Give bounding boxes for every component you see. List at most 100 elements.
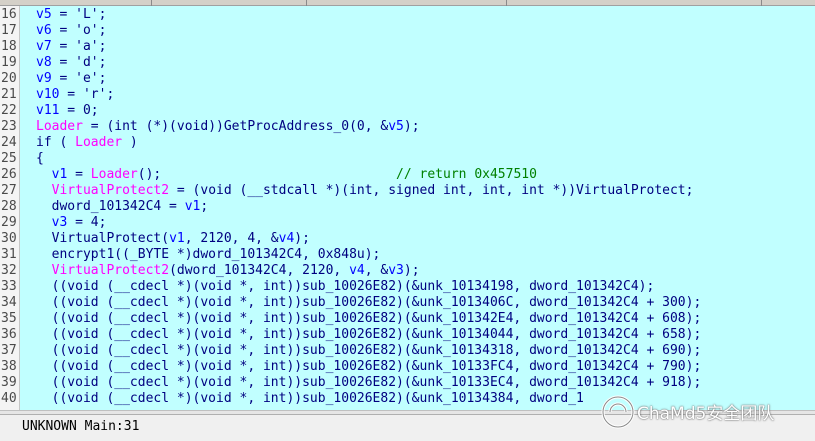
code-token: v11	[36, 103, 60, 118]
code-token: ;	[98, 7, 107, 22]
code-token: , 2120, 4, &	[184, 231, 279, 246]
code-token: ((void (__cdecl *)(void *, int))sub_1002…	[36, 375, 702, 390]
line-number: 30	[1, 231, 17, 246]
code-token: v5	[388, 119, 404, 134]
code-token: 'e'	[75, 71, 99, 86]
code-text: v10 = 'r';	[36, 87, 114, 103]
code-token: ;	[98, 55, 107, 70]
code-token: Loader	[36, 119, 83, 134]
watermark-text: ChaMd5安全团队	[637, 404, 775, 424]
line-number: 32	[1, 263, 17, 278]
line-number: 18	[1, 39, 17, 54]
line-number: 25	[1, 151, 17, 166]
code-token: ;	[200, 199, 209, 214]
line-number: 38	[1, 359, 17, 374]
status-text: UNKNOWN Main:31	[22, 419, 140, 434]
code-text: ((void (__cdecl *)(void *, int))sub_1002…	[36, 311, 702, 327]
code-token: v7	[36, 39, 52, 54]
code-text: ((void (__cdecl *)(void *, int))sub_1002…	[36, 359, 702, 375]
line-number: 37	[1, 343, 17, 358]
code-token: = (int (*)(void))GetProcAddress_0(0, &	[82, 119, 389, 134]
code-token: v6	[36, 23, 52, 38]
code-token: 'r'	[82, 87, 107, 102]
code-token: = 4;	[67, 215, 107, 230]
code-token: = 0;	[59, 103, 99, 118]
line-number: 21	[1, 87, 17, 102]
code-token: ;	[98, 39, 107, 54]
code-token: ((void (__cdecl *)(void *, int))sub_1002…	[36, 343, 702, 358]
code-token: )	[122, 135, 138, 150]
code-token: v3	[388, 263, 404, 278]
code-token: (dword_101342C4, 2120,	[169, 263, 350, 278]
line-number: 17	[1, 23, 17, 38]
code-token: ((void (__cdecl *)(void *, int))sub_1002…	[36, 311, 702, 326]
chamd5-logo-icon	[601, 395, 635, 429]
code-text: ((void (__cdecl *)(void *, int))sub_1002…	[36, 375, 702, 391]
code-text: ((void (__cdecl *)(void *, int))sub_1002…	[36, 391, 584, 407]
code-text: ((void (__cdecl *)(void *, int))sub_1002…	[36, 327, 702, 343]
code-text: v11 = 0;	[36, 103, 99, 119]
line-number: 19	[1, 55, 17, 70]
code-token: = (void (__stdcall *)(int, signed int, i…	[169, 183, 694, 198]
code-token: VirtualProtect(	[36, 231, 170, 246]
code-token: {	[36, 151, 44, 166]
code-token: ();	[137, 167, 397, 182]
line-number: 23	[1, 119, 17, 134]
code-token: if (	[36, 135, 76, 150]
code-token: 'd'	[75, 55, 99, 70]
line-number: 31	[1, 247, 17, 262]
code-token: dword_101342C4	[51, 199, 162, 214]
code-token: // return 0x457510	[396, 167, 537, 182]
code-token: ((void (__cdecl *)(void *, int))sub_1002…	[36, 327, 702, 342]
code-token: ((void (__cdecl *)(void *, int))sub_1002…	[36, 391, 584, 406]
code-token: v1	[169, 231, 185, 246]
code-token: Loader	[75, 135, 123, 150]
code-text: ((void (__cdecl *)(void *, int))sub_1002…	[36, 295, 702, 311]
code-text: v3 = 4;	[36, 215, 107, 231]
code-text: VirtualProtect(v1, 2120, 4, &v4);	[36, 231, 310, 247]
code-token: =	[67, 167, 91, 182]
code-text: if ( Loader )	[36, 135, 138, 151]
code-token: 'o'	[75, 23, 99, 38]
code-token: v4	[349, 263, 365, 278]
code-text: v8 = 'd';	[36, 55, 106, 71]
code-text: {	[36, 151, 44, 167]
line-number: 35	[1, 311, 17, 326]
code-token: v9	[36, 71, 52, 86]
code-token: =	[51, 39, 76, 54]
code-text: encrypt1((_BYTE *)dword_101342C4, 0x848u…	[36, 247, 381, 263]
code-token: );	[403, 263, 420, 278]
code-token: v10	[36, 87, 60, 102]
code-token: 'L'	[75, 7, 99, 22]
code-text: v7 = 'a';	[36, 39, 106, 55]
code-token: ((void (__cdecl *)(void *, int))sub_1002…	[36, 279, 655, 294]
code-token: v8	[36, 55, 52, 70]
code-token: v4	[278, 231, 295, 246]
code-token: );	[294, 231, 310, 246]
line-number: 29	[1, 215, 17, 230]
code-text: v6 = 'o';	[36, 23, 106, 39]
code-token: =	[161, 199, 185, 214]
code-text: v9 = 'e';	[36, 71, 106, 87]
code-token: ;	[98, 71, 107, 86]
code-text: VirtualProtect2(dword_101342C4, 2120, v4…	[36, 263, 420, 279]
line-number: 36	[1, 327, 17, 342]
code-token: ;	[98, 23, 107, 38]
line-number: 33	[1, 279, 17, 294]
code-token: ((void (__cdecl *)(void *, int))sub_1002…	[36, 359, 702, 374]
code-token: v5	[36, 7, 52, 22]
code-token: v1	[51, 167, 68, 182]
pseudocode-view[interactable]: 16 v5 = 'L'; 17 v6 = 'o'; 18 v7 = 'a'; 19 v8 = …	[0, 6, 815, 410]
code-token: VirtualProtect2	[51, 263, 170, 278]
line-number: 27	[1, 183, 17, 198]
code-token: =	[51, 71, 76, 86]
code-text: ((void (__cdecl *)(void *, int))sub_1002…	[36, 279, 655, 295]
code-token: =	[51, 23, 76, 38]
line-number: 16	[1, 7, 17, 22]
line-number: 34	[1, 295, 17, 310]
code-token: , &	[364, 263, 389, 278]
